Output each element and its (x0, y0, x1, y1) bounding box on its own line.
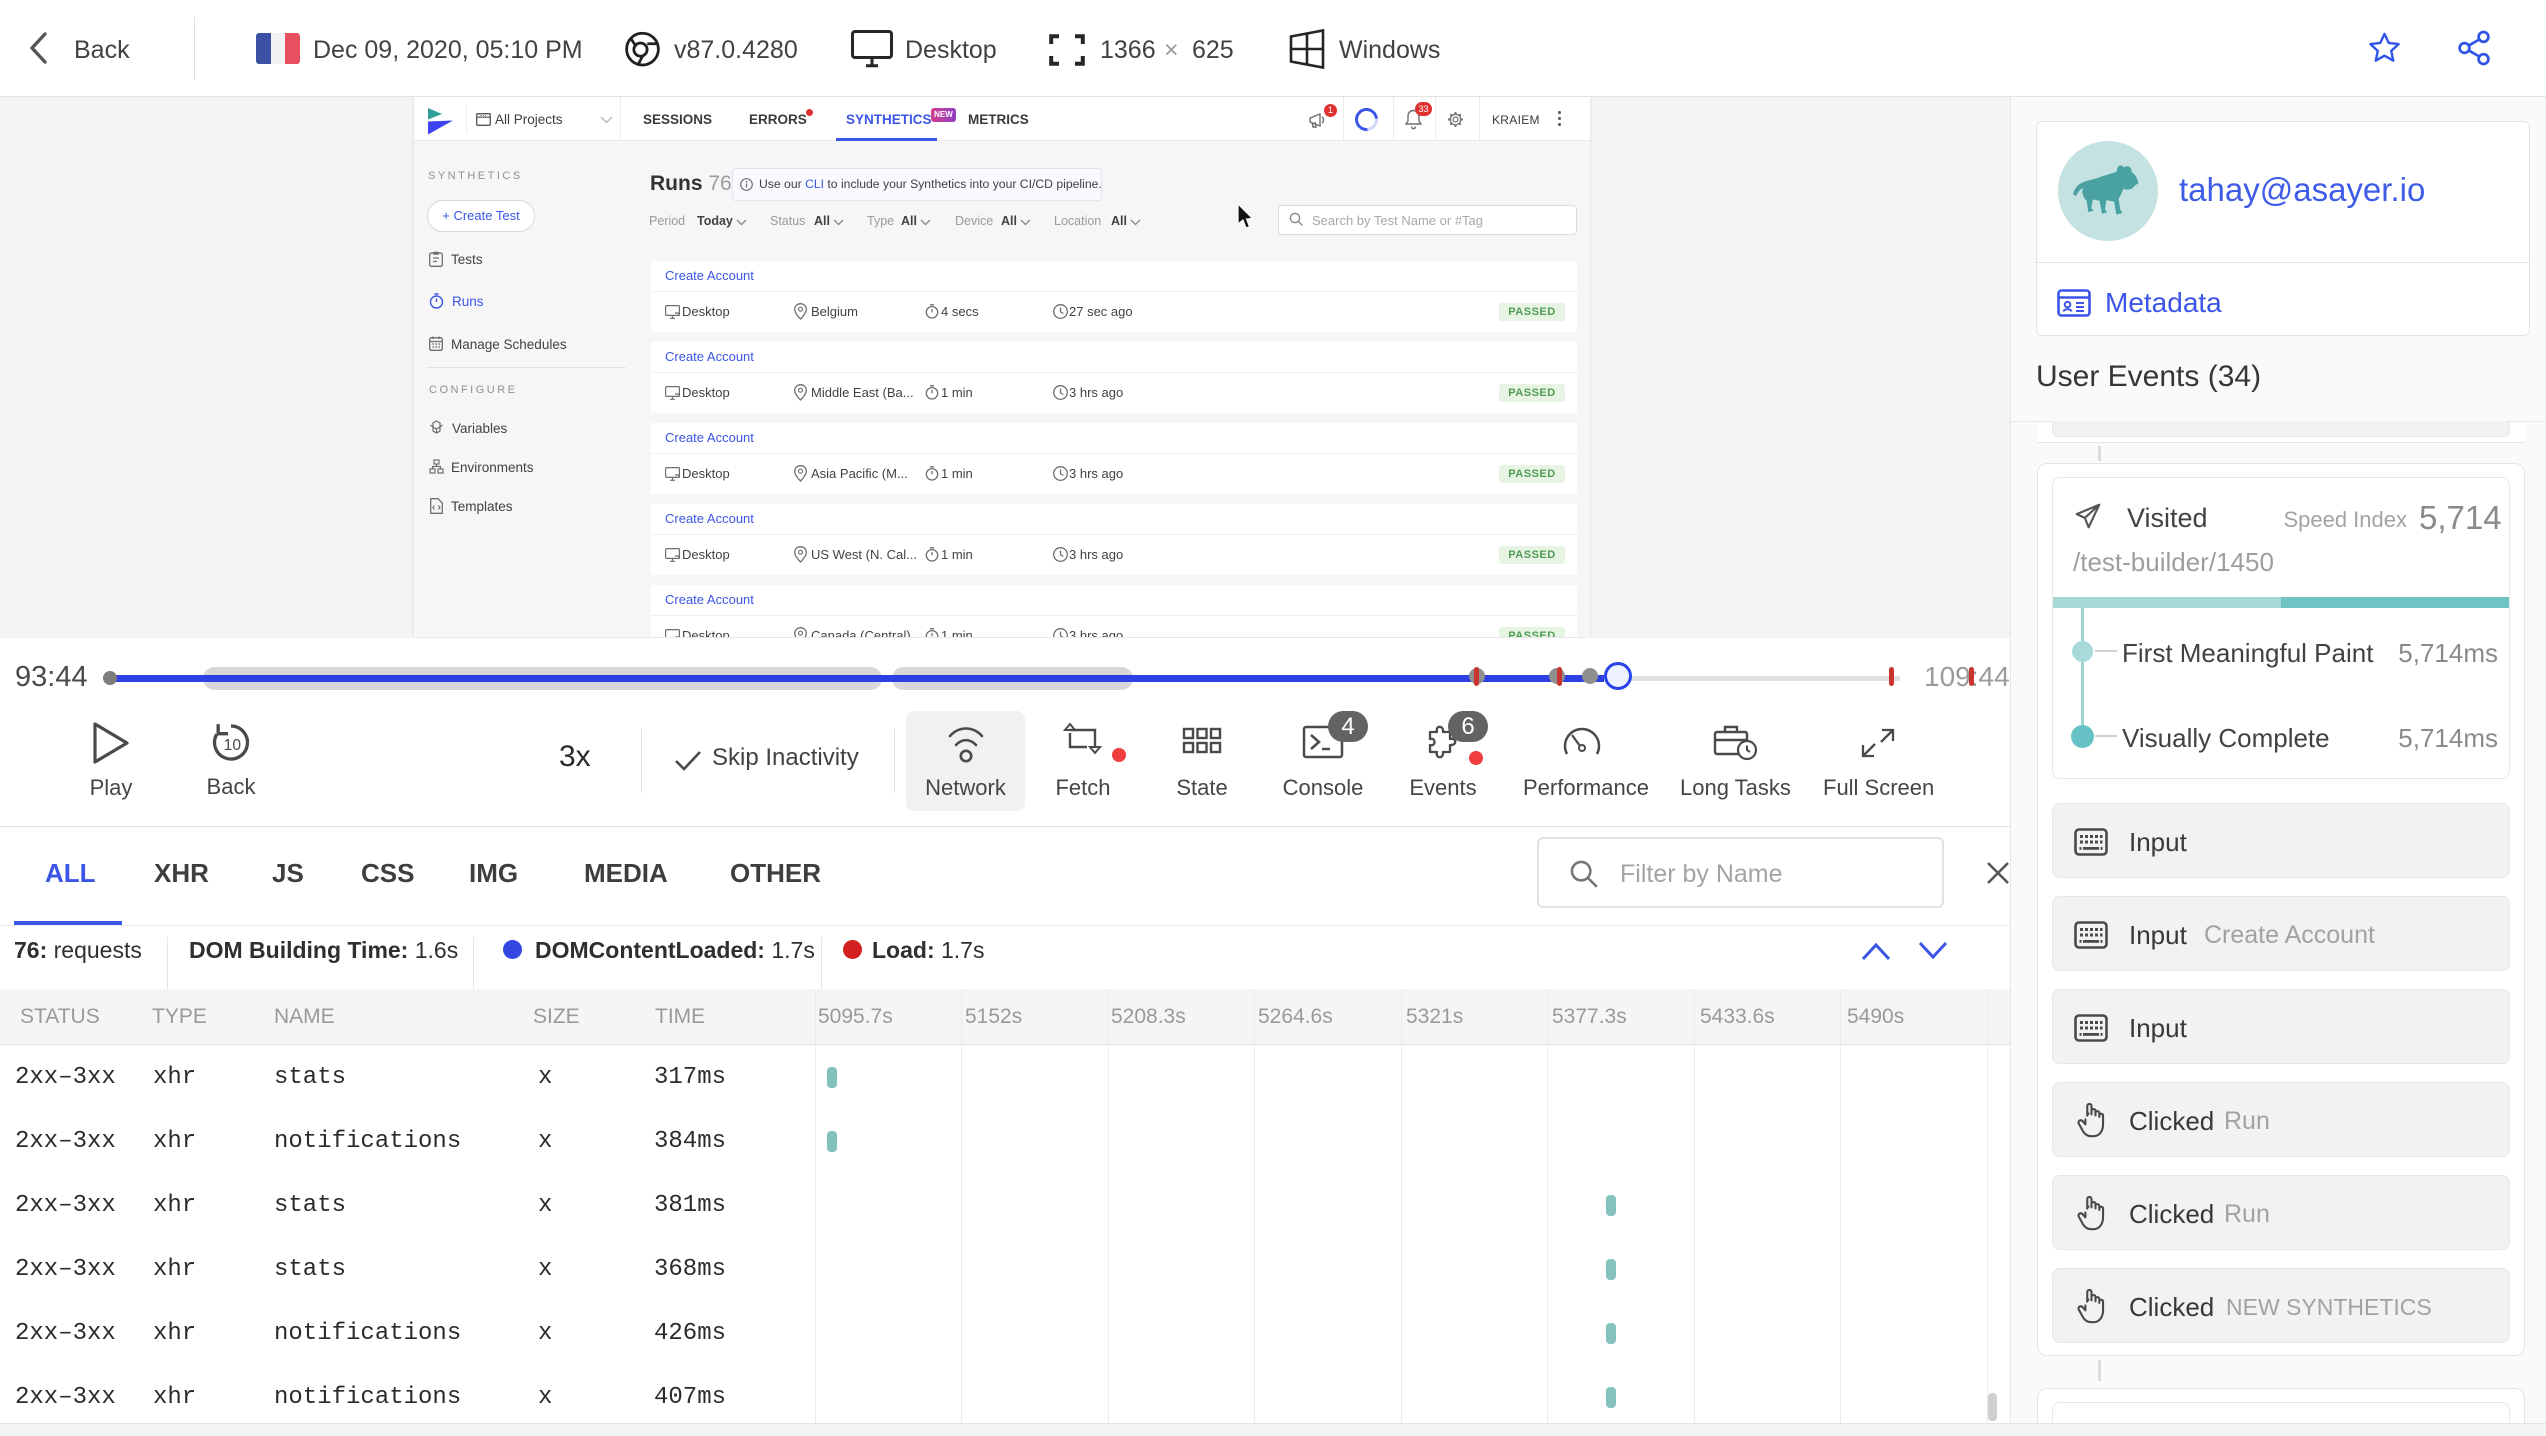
svg-text:10: 10 (224, 737, 242, 754)
